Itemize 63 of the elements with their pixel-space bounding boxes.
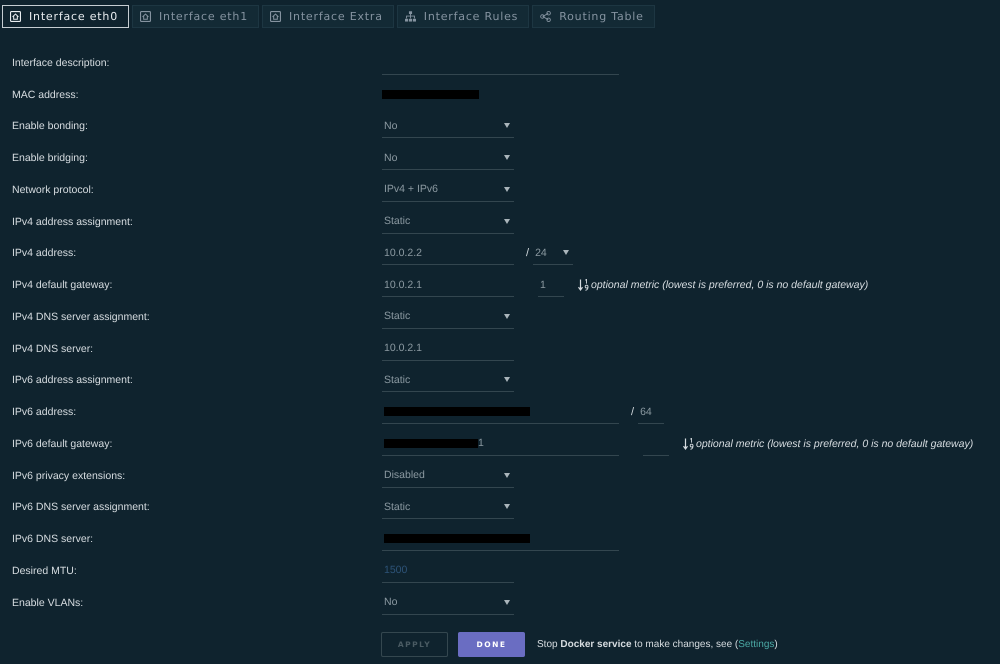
text-field[interactable]: 1 (382, 432, 619, 456)
dropdown[interactable]: 24 (533, 241, 574, 266)
house-icon (140, 11, 151, 22)
caret-icon (504, 504, 510, 510)
field-label: MAC address: (12, 88, 80, 101)
tab[interactable]: Interface eth0 (2, 5, 129, 28)
caret-icon (504, 155, 510, 160)
dropdown[interactable]: Static (382, 495, 514, 520)
text-field[interactable]: 10.0.2.1 (382, 336, 514, 361)
share-nodes-icon (540, 11, 552, 22)
text-field[interactable]: 1500 (382, 558, 514, 583)
text-field[interactable]: 10.0.2.2 (382, 241, 514, 266)
hint-text: optional metric (lowest is preferred, 0 is no default gateway) (696, 438, 974, 450)
field-label: IPv4 default gateway: (12, 279, 114, 292)
dropdown[interactable]: Static (382, 368, 514, 392)
field-label: IPv4 DNS server: (12, 342, 94, 355)
sort-arrow-icon (578, 279, 590, 292)
text-field[interactable]: 1 (538, 273, 564, 298)
field-label: IPv6 address assignment: (12, 374, 134, 386)
caret-icon (563, 250, 570, 256)
slash-separator: / (631, 406, 634, 418)
slash-separator: / (526, 247, 530, 260)
caret-icon (504, 600, 510, 605)
field-label: IPv6 DNS server: (12, 533, 94, 546)
hint-text: optional metric (lowest is preferred, 0 is no default gateway) (591, 279, 868, 292)
tab[interactable]: Interface eth1 (132, 5, 259, 28)
dropdown[interactable]: Static (382, 210, 514, 234)
settings-link[interactable]: Settings (738, 638, 774, 650)
sort-arrow-icon (683, 438, 695, 450)
field-label: Network protocol: (12, 184, 95, 196)
tab[interactable]: Interface Extra (262, 5, 394, 28)
house-icon (270, 11, 281, 22)
caret-icon (504, 472, 510, 478)
field-label: IPv6 default gateway: (12, 438, 114, 450)
dropdown[interactable]: No (382, 590, 514, 615)
tab[interactable]: Routing Table (532, 5, 655, 28)
caret-icon (504, 377, 510, 382)
dropdown[interactable]: No (382, 146, 514, 170)
field-label: IPv4 DNS server assignment: (12, 310, 151, 323)
field-label: IPv6 privacy extensions: (12, 470, 126, 482)
field-label: IPv6 DNS server assignment: (12, 501, 151, 514)
dropdown[interactable]: IPv4 + IPv6 (382, 178, 514, 202)
field-label: IPv6 address: (12, 406, 78, 418)
house-icon (10, 11, 21, 22)
dropdown[interactable]: Disabled (382, 464, 514, 488)
caret-icon (504, 186, 510, 192)
field-label: Enable bridging: (12, 152, 89, 164)
dropdown[interactable]: No (382, 114, 514, 138)
text-field[interactable]: 64 (638, 400, 664, 424)
notice-text: Stop Docker service to make changes, see (Settings) (537, 638, 778, 650)
field-label: Enable bonding: (12, 120, 89, 132)
field-label: IPv4 address assignment: (12, 216, 134, 228)
caret-icon (504, 218, 510, 224)
hierarchy-icon (404, 11, 416, 22)
field-label: Desired MTU: (12, 564, 78, 577)
field-label: Enable VLANs: (12, 596, 84, 609)
field-label: Interface description: (12, 56, 110, 69)
tab[interactable]: Interface Rules (396, 5, 530, 28)
field-label: IPv4 address: (12, 247, 78, 260)
text-field[interactable]: 10.0.2.1 (382, 273, 514, 298)
dropdown[interactable]: Static (382, 304, 514, 329)
caret-icon (504, 123, 510, 128)
caret-icon (504, 314, 510, 319)
